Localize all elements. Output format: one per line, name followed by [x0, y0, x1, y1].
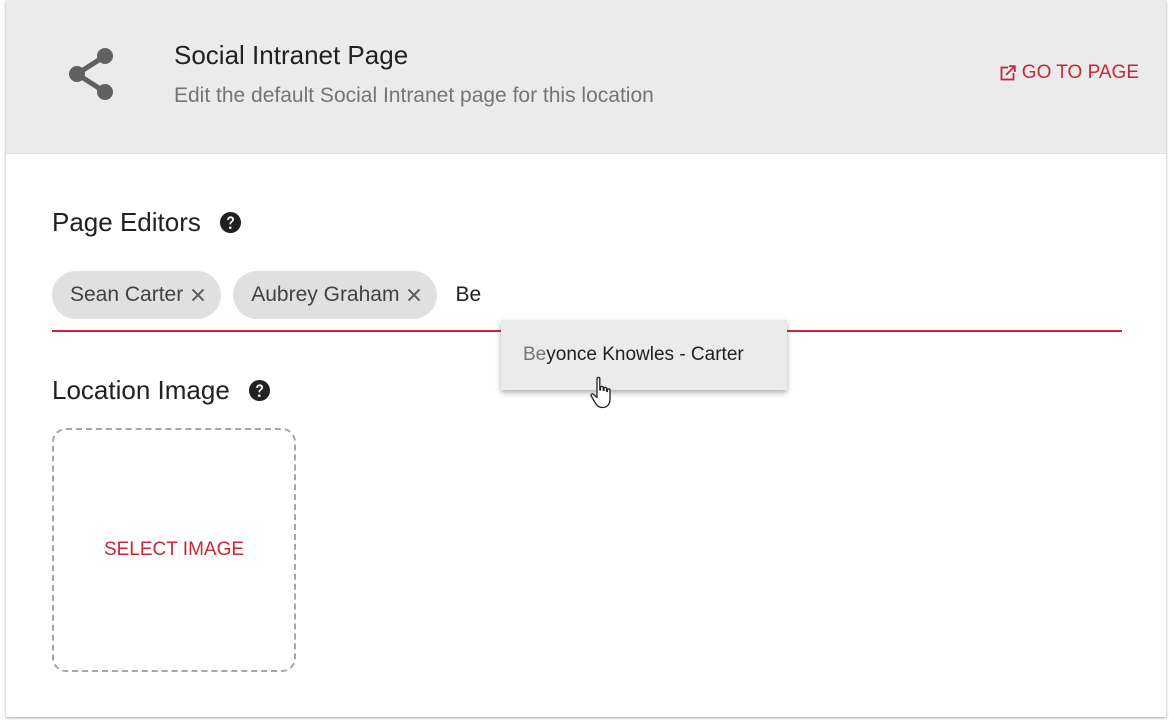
- share-icon: [69, 48, 113, 100]
- header-subtitle: Edit the default Social Intranet page fo…: [174, 84, 654, 107]
- location-image-title: Location Image: [52, 375, 230, 405]
- editor-chip: Aubrey Graham: [233, 271, 438, 319]
- suggestion-dropdown: Be yonce Knowles - Carter: [501, 320, 787, 390]
- editor-chip: Sean Carter: [52, 271, 222, 319]
- location-settings-card: Social Intranet Page Edit the default So…: [6, 0, 1166, 717]
- header-title: Social Intranet Page: [174, 40, 409, 70]
- close-icon[interactable]: [405, 286, 423, 304]
- open-in-new-icon: [1000, 65, 1016, 81]
- close-icon[interactable]: [189, 286, 207, 304]
- go-to-page-label: GO TO PAGE: [1021, 62, 1139, 83]
- card-header: Social Intranet Page Edit the default So…: [6, 0, 1166, 154]
- editor-chips-field: Sean Carter Aubrey Graham: [52, 270, 1122, 320]
- suggestion-item[interactable]: Be yonce Knowles - Carter: [501, 320, 787, 390]
- select-image-dropzone[interactable]: SELECT IMAGE: [52, 428, 296, 672]
- select-image-label: SELECT IMAGE: [103, 539, 245, 560]
- page-editors-title: Page Editors: [52, 207, 201, 237]
- editor-chip-label: Sean Carter: [70, 283, 184, 306]
- go-to-page-button[interactable]: GO TO PAGE: [1000, 62, 1139, 84]
- editor-search-input[interactable]: [449, 275, 656, 315]
- help-circle-icon[interactable]: [219, 211, 242, 234]
- suggestion-match-text: Be: [523, 344, 547, 365]
- location-image-heading: Location Image: [52, 375, 271, 406]
- suggestion-rest-text: yonce Knowles - Carter: [546, 344, 744, 365]
- help-circle-icon[interactable]: [248, 379, 271, 402]
- editor-chip-label: Aubrey Graham: [251, 283, 400, 306]
- hand-pointer-cursor-icon: [590, 376, 611, 409]
- page-editors-heading: Page Editors: [52, 207, 242, 238]
